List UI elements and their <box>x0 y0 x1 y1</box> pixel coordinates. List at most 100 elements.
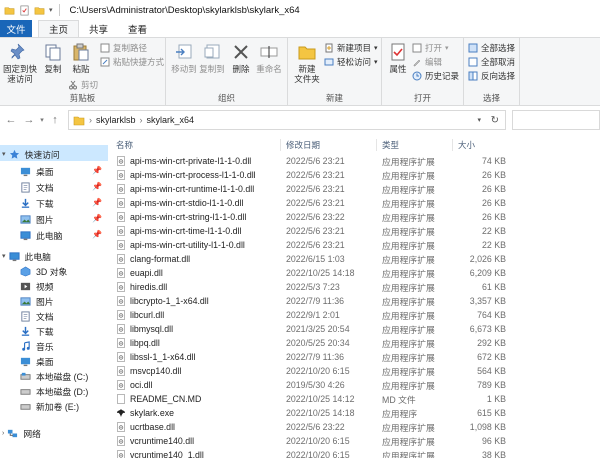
tab-share[interactable]: 共享 <box>79 20 118 37</box>
sidebar-item-pictures-pc[interactable]: 图片 <box>20 293 54 309</box>
file-row[interactable]: msvcp140.dll 2022/10/20 6:15 应用程序扩展 564 KB <box>108 364 600 378</box>
file-row[interactable]: api-ms-win-crt-process-l1-1-0.dll 2022/5/… <box>108 168 600 182</box>
paste-shortcut-button[interactable]: 粘贴快捷方式 <box>100 56 164 68</box>
column-divider[interactable] <box>280 139 281 151</box>
sidebar-item-this-pc-quick[interactable]: 此电脑 <box>20 227 62 243</box>
file-row[interactable]: libmysql.dll 2021/3/25 20:54 应用程序扩展 6,673 K… <box>108 322 600 336</box>
file-row[interactable]: libssl-1_1-x64.dll 2022/7/9 11:36 应用程序扩展 67… <box>108 350 600 364</box>
easy-access-button[interactable]: 轻松访问 ▾ <box>324 56 378 68</box>
open-button[interactable]: 打开 ▾ <box>412 42 449 54</box>
sidebar-item-videos[interactable]: 视频 <box>20 278 54 294</box>
sidebar-item-quick-access[interactable]: ▾ 快速访问 <box>2 146 60 162</box>
column-type-header[interactable]: 类型 <box>382 139 399 151</box>
pin-icon <box>10 43 25 60</box>
breadcrumb-separator-icon[interactable]: › <box>89 115 92 125</box>
select-none-button[interactable]: 全部取消 <box>468 56 515 68</box>
sidebar-item-drive-c[interactable]: 本地磁盘 (C:) <box>20 368 88 384</box>
file-row[interactable]: libcurl.dll 2022/9/1 2:01 应用程序扩展 764 KB <box>108 308 600 322</box>
rename-button[interactable]: 重命名 <box>254 42 284 74</box>
file-row[interactable]: euapi.dll 2022/10/25 14:18 应用程序扩展 6,209 KB <box>108 266 600 280</box>
file-row[interactable]: api-ms-win-crt-stdio-l1-1-0.dll 2022/5/6 … <box>108 196 600 210</box>
file-row[interactable]: clang-format.dll 2022/6/15 1:03 应用程序扩展 2,02… <box>108 252 600 266</box>
collapse-icon[interactable]: ▾ <box>2 150 6 158</box>
search-input[interactable] <box>512 110 600 130</box>
column-size-header[interactable]: 大小 <box>458 139 475 151</box>
file-row[interactable]: api-ms-win-crt-private-l1-1-0.dll 2022/5/… <box>108 154 600 168</box>
up-icon[interactable]: ↑ <box>46 114 64 126</box>
column-header: 名称 修改日期 类型 大小 <box>108 137 600 153</box>
copy-path-button[interactable]: 复制路径 <box>100 42 147 54</box>
sidebar-item-drive-e[interactable]: 新加卷 (E:) <box>20 398 79 414</box>
expand-icon[interactable]: › <box>2 430 4 437</box>
breadcrumb-separator-icon[interactable]: › <box>140 115 143 125</box>
breadcrumb[interactable]: › skylarklsb › skylark_x64 ▾ ↻ <box>68 110 506 130</box>
quick-access-dropdown-icon[interactable]: ▾ <box>49 6 53 14</box>
cut-button[interactable]: 剪切 <box>68 79 98 91</box>
file-date: 2019/5/30 4:26 <box>286 380 345 390</box>
invert-selection-button[interactable]: 反向选择 <box>468 70 515 82</box>
history-button[interactable]: 历史记录 <box>412 70 459 82</box>
file-size: 38 KB <box>482 450 506 458</box>
breadcrumb-item[interactable]: skylark_x64 <box>147 115 195 125</box>
recent-dropdown-icon[interactable]: ▾ <box>38 116 46 124</box>
column-name-header[interactable]: 名称 <box>116 139 133 151</box>
file-row[interactable]: api-ms-win-crt-time-l1-1-0.dll 2022/5/6 2… <box>108 224 600 238</box>
column-date-header[interactable]: 修改日期 <box>286 139 320 151</box>
file-row[interactable]: oci.dll 2019/5/30 4:26 应用程序扩展 789 KB <box>108 378 600 392</box>
sidebar-item-network[interactable]: › 网络 <box>2 425 41 441</box>
properties-icon <box>391 43 405 61</box>
file-row[interactable]: hiredis.dll 2022/5/3 7:23 应用程序扩展 61 KB <box>108 280 600 294</box>
file-row[interactable]: vcruntime140_1.dll 2022/10/20 6:15 应用程序扩展 3… <box>108 448 600 458</box>
sidebar-item-pictures[interactable]: 图片 <box>20 211 54 227</box>
properties-button[interactable]: 属性 <box>386 42 410 74</box>
tab-home[interactable]: 主页 <box>38 20 80 37</box>
breadcrumb-item[interactable]: skylarklsb <box>96 115 136 125</box>
sidebar-item-documents[interactable]: 文档 <box>20 179 54 195</box>
new-item-button[interactable]: 新建项目 ▾ <box>324 42 378 54</box>
file-row[interactable]: README_CN.MD 2022/10/25 14:12 MD 文件 1 KB <box>108 392 600 406</box>
file-type: 应用程序扩展 <box>382 254 435 265</box>
sidebar-item-desktop-pc[interactable]: 桌面 <box>20 353 54 369</box>
pin-quick-access-button[interactable]: 固定到快 速访问 <box>2 42 38 84</box>
delete-button[interactable]: 删除 <box>230 42 252 74</box>
file-row[interactable]: api-ms-win-crt-string-l1-1-0.dll 2022/5/6… <box>108 210 600 224</box>
sidebar-item-downloads[interactable]: 下载 <box>20 195 54 211</box>
edit-button[interactable]: 编辑 <box>412 56 442 68</box>
paste-button[interactable]: 粘贴 <box>68 42 94 74</box>
sidebar-item-music[interactable]: 音乐 <box>20 338 54 354</box>
sidebar-item-3d-objects[interactable]: 3D 对象 <box>20 263 67 279</box>
file-row[interactable]: ucrtbase.dll 2022/5/6 23:22 应用程序扩展 1,098 KB <box>108 420 600 434</box>
file-row[interactable]: api-ms-win-crt-utility-l1-1-0.dll 2022/5/… <box>108 238 600 252</box>
move-to-button[interactable]: 移动到 <box>170 42 198 74</box>
copy-to-button[interactable]: 复制到 <box>198 42 226 74</box>
column-divider[interactable] <box>452 139 453 151</box>
paste-label: 粘贴 <box>72 64 90 74</box>
column-divider[interactable] <box>376 139 377 151</box>
copy-button[interactable]: 复制 <box>40 42 66 74</box>
new-folder-button[interactable]: 新建 文件夹 <box>292 42 322 84</box>
new-folder-quick-icon[interactable] <box>34 5 45 16</box>
file-row[interactable]: api-ms-win-crt-runtime-l1-1-0.dll 2022/5/… <box>108 182 600 196</box>
expand-icon[interactable]: ▾ <box>2 252 6 260</box>
refresh-icon[interactable]: ↻ <box>491 115 499 126</box>
address-dropdown-icon[interactable]: ▾ <box>477 116 481 124</box>
sidebar-item-desktop[interactable]: 桌面 <box>20 163 54 179</box>
sidebar-item-this-pc[interactable]: ▾ 此电脑 <box>2 248 51 264</box>
properties-quick-icon[interactable] <box>19 5 30 16</box>
back-icon[interactable]: ← <box>2 114 20 126</box>
file-type: 应用程序扩展 <box>382 296 435 307</box>
tab-view[interactable]: 查看 <box>118 20 157 37</box>
history-label: 历史记录 <box>425 71 460 81</box>
sidebar-item-documents-pc[interactable]: 文档 <box>20 308 54 324</box>
file-row[interactable]: vcruntime140.dll 2022/10/20 6:15 应用程序扩展 96 … <box>108 434 600 448</box>
file-row[interactable]: libcrypto-1_1-x64.dll 2022/7/9 11:36 应用程序扩… <box>108 294 600 308</box>
select-all-button[interactable]: 全部选择 <box>468 42 515 54</box>
sidebar-item-drive-d[interactable]: 本地磁盘 (D:) <box>20 383 88 399</box>
file-name: README_CN.MD <box>130 394 202 404</box>
music-icon <box>22 340 30 351</box>
tab-file[interactable]: 文件 <box>0 20 32 37</box>
sidebar-item-downloads-pc[interactable]: 下载 <box>20 323 54 339</box>
file-row[interactable]: libpq.dll 2020/5/25 20:34 应用程序扩展 292 KB <box>108 336 600 350</box>
file-row[interactable]: skylark.exe 2022/10/25 14:18 应用程序 615 KB <box>108 406 600 420</box>
forward-icon[interactable]: → <box>20 114 38 126</box>
